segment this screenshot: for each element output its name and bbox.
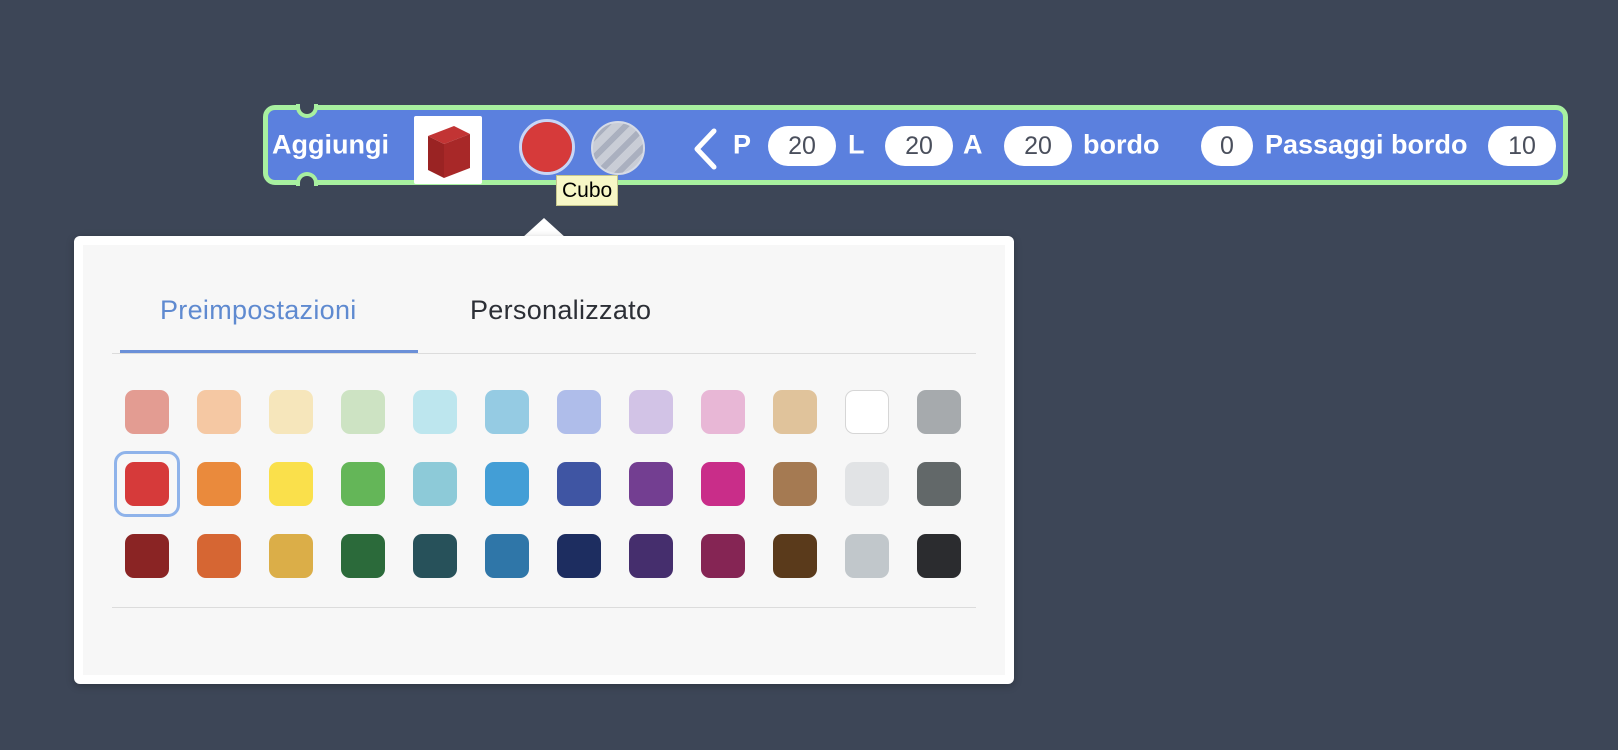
color-swatch[interactable] [701,390,745,434]
footer-divider [112,607,976,608]
color-swatch[interactable] [269,462,313,506]
color-swatch[interactable] [773,534,817,578]
color-swatch[interactable] [557,462,601,506]
height-label: A [963,129,983,160]
color-swatch[interactable] [701,462,745,506]
shape-tooltip: Cubo [556,175,619,207]
color-swatch[interactable] [845,390,889,434]
color-swatch[interactable] [125,462,169,506]
color-swatch[interactable] [629,534,673,578]
color-swatch[interactable] [125,534,169,578]
block-label: Aggiungi [272,129,389,160]
color-swatch[interactable] [773,462,817,506]
color-picker-panel: Preimpostazioni Personalizzato [83,245,1005,675]
height-input[interactable]: 20 [1004,126,1072,166]
color-swatch[interactable] [269,534,313,578]
color-swatch[interactable] [413,390,457,434]
color-swatch[interactable] [917,390,961,434]
border-input[interactable]: 0 [1201,126,1253,166]
width-label: L [848,129,865,160]
material-icon[interactable] [591,121,645,175]
color-swatch[interactable] [845,534,889,578]
color-swatch[interactable] [341,462,385,506]
color-swatch[interactable] [845,462,889,506]
block-top-connector [296,104,318,118]
color-swatch[interactable] [773,390,817,434]
tab-custom[interactable]: Personalizzato [470,297,651,324]
color-swatch-icon [522,122,572,172]
border-steps-input[interactable]: 10 [1488,126,1556,166]
color-swatch[interactable] [485,534,529,578]
tab-presets[interactable]: Preimpostazioni [160,297,357,324]
color-swatch[interactable] [485,390,529,434]
color-swatch[interactable] [485,462,529,506]
color-swatch[interactable] [629,462,673,506]
color-swatch[interactable] [197,390,241,434]
chevron-left-icon[interactable] [688,126,724,172]
color-swatch[interactable] [629,390,673,434]
add-shape-block[interactable]: Aggiungi P 20 L 20 A 20 bordo 0 Passaggi… [263,104,1568,186]
border-label: bordo [1083,129,1160,160]
width-input[interactable]: 20 [885,126,953,166]
color-swatch[interactable] [917,534,961,578]
color-swatch[interactable] [917,462,961,506]
shape-selector[interactable] [414,116,482,184]
cube-icon [428,126,470,178]
popup-arrow [522,218,566,238]
depth-input[interactable]: 20 [768,126,836,166]
color-swatch[interactable] [269,390,313,434]
color-swatch[interactable] [341,534,385,578]
depth-label: P [733,129,752,160]
block-bottom-connector [296,172,318,186]
color-swatch[interactable] [701,534,745,578]
color-swatch[interactable] [557,390,601,434]
color-selector[interactable] [519,119,575,175]
color-swatch[interactable] [125,390,169,434]
color-swatch[interactable] [341,390,385,434]
color-swatch[interactable] [413,534,457,578]
color-picker-popup: Preimpostazioni Personalizzato [74,236,1014,684]
color-swatch[interactable] [557,534,601,578]
color-swatch[interactable] [197,462,241,506]
tabs-divider [112,353,976,354]
color-swatch[interactable] [413,462,457,506]
color-swatch[interactable] [197,534,241,578]
border-steps-label: Passaggi bordo [1265,129,1468,160]
